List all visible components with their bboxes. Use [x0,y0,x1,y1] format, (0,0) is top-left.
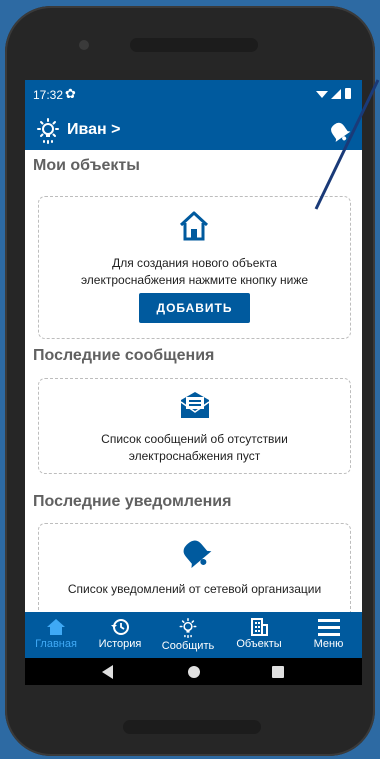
app-screen: 17:32 ✿ Иван > Мои объекты Для создания … [25,80,362,685]
gear-icon: ✿ [65,86,76,101]
section-title-notifications: Последние уведомления [33,493,232,510]
objects-empty-line1: Для создания нового объекта [112,256,277,270]
top-speaker [130,38,258,52]
home-icon [47,619,65,635]
back-icon[interactable] [102,665,113,679]
nav-objects-label: Объекты [236,638,282,650]
system-navigation-bar [25,658,362,685]
messages-card: Список сообщений об отсутствии электросн… [38,378,351,474]
nav-home-label: Главная [35,638,77,650]
user-name-link[interactable]: Иван > [67,121,120,139]
nav-history[interactable]: История [87,612,153,658]
section-title-messages: Последние сообщения [33,347,215,364]
status-time: 17:32 [33,88,64,102]
nav-menu-label: Меню [313,638,344,650]
bell-notification-icon [183,540,212,569]
objects-card: Для создания нового объекта электроснабж… [38,196,351,339]
bell-icon[interactable] [326,118,352,144]
app-header: Иван > [25,110,362,150]
objects-empty-line2: электроснабжения нажмите кнопку ниже [80,273,309,287]
building-icon [251,618,268,636]
envelope-icon [180,392,210,418]
status-bar: 17:32 ✿ [25,80,362,110]
nav-menu[interactable]: Меню [295,612,362,658]
system-status-icons [316,88,351,99]
section-title-objects: Мои объекты [33,157,140,174]
messages-empty-line2: электроснабжения пуст [128,449,261,463]
nav-report[interactable]: Сообщить [153,612,223,658]
add-object-button[interactable]: ДОБАВИТЬ [139,293,250,323]
bottom-speaker [123,720,261,734]
nav-history-label: История [98,638,142,650]
bottom-navigation: Главная История Сообщить Объекты Меню [25,612,362,658]
report-bulb-icon [179,618,197,638]
messages-empty-line1: Список сообщений об отсутствии [101,432,288,446]
nav-report-label: Сообщить [161,640,215,652]
camera-dot [79,40,89,50]
nav-home[interactable]: Главная [25,612,87,658]
history-icon [111,619,129,635]
recent-apps-icon[interactable] [272,666,284,678]
menu-icon [317,619,340,636]
main-content: Мои объекты Для создания нового объекта … [25,150,362,612]
notifications-empty-line1: Список уведомлений от сетевой организаци… [67,582,322,596]
nav-objects[interactable]: Объекты [223,612,295,658]
house-icon [179,211,209,241]
lightbulb-icon [37,118,59,144]
home-circle-icon[interactable] [188,666,200,678]
notifications-card: Список уведомлений от сетевой организаци… [38,523,351,612]
